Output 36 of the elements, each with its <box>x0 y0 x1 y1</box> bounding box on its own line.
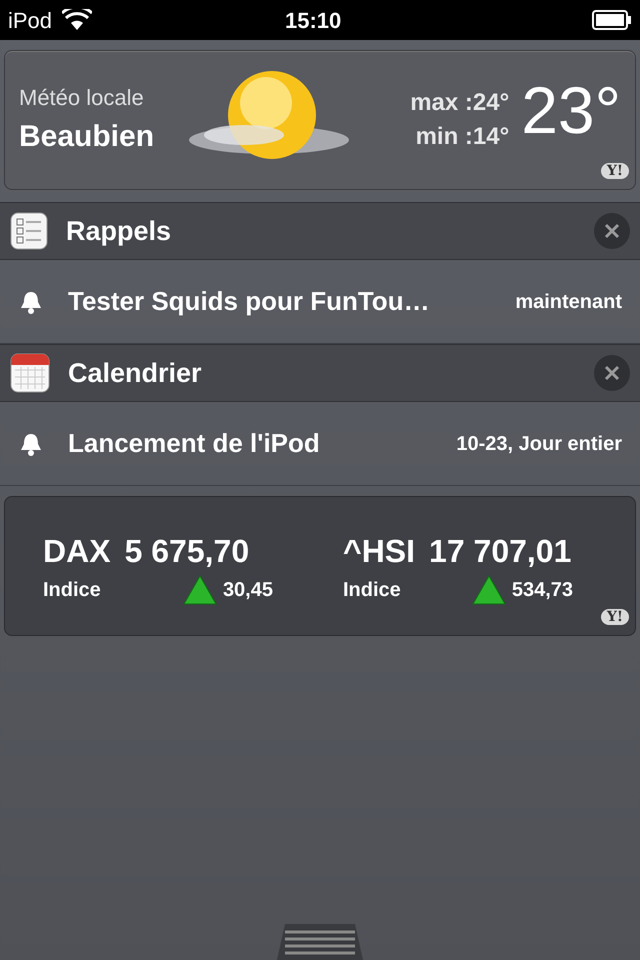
grabber-handle[interactable] <box>277 924 363 960</box>
close-button[interactable] <box>594 355 630 391</box>
stock-symbol: DAX <box>43 532 111 571</box>
section-title: Rappels <box>66 214 172 248</box>
bell-icon <box>18 432 44 456</box>
stock-label: Indice <box>343 578 401 603</box>
weather-label: Météo locale <box>19 84 145 112</box>
status-time: 15:10 <box>285 6 342 34</box>
yahoo-logo: Y! <box>600 609 629 625</box>
notification-text: Tester Squids pour FunTou… <box>68 285 430 318</box>
bell-icon <box>18 290 44 314</box>
notification-text: Lancement de l'iPod <box>68 427 320 460</box>
stock-value: 17 707,01 <box>429 532 572 571</box>
notification-time: maintenant <box>515 290 622 314</box>
current-temperature: 23° <box>521 72 621 148</box>
stock-symbol: ^HSI <box>343 532 416 571</box>
notification-time: 10-23, Jour entier <box>456 432 622 456</box>
stocks-widget[interactable]: DAX 5 675,70 Indice 30,45 ^HSI 17 707,01 Indice 534,73 Y! <box>4 496 636 636</box>
stock-value: 5 675,70 <box>124 532 250 571</box>
close-icon <box>604 223 620 239</box>
city-name: Beaubien <box>19 119 154 155</box>
stock-change: 534,73 <box>512 578 573 603</box>
notification-row[interactable]: Lancement de l'iPod 10-23, Jour entier <box>0 402 640 486</box>
battery-icon <box>592 10 632 30</box>
wifi-icon <box>62 9 92 31</box>
stock-change: 30,45 <box>222 578 273 603</box>
close-icon <box>604 365 620 381</box>
stock-label: Indice <box>43 578 101 603</box>
calendar-icon <box>10 353 50 393</box>
yahoo-logo: Y! <box>600 163 629 179</box>
min-temperature: min :14° <box>416 122 510 152</box>
checklist-icon <box>10 212 48 250</box>
close-button[interactable] <box>594 213 630 249</box>
carrier-name: iPod <box>8 6 52 34</box>
max-temperature: max :24° <box>410 88 510 118</box>
section-title: Calendrier <box>68 356 202 390</box>
